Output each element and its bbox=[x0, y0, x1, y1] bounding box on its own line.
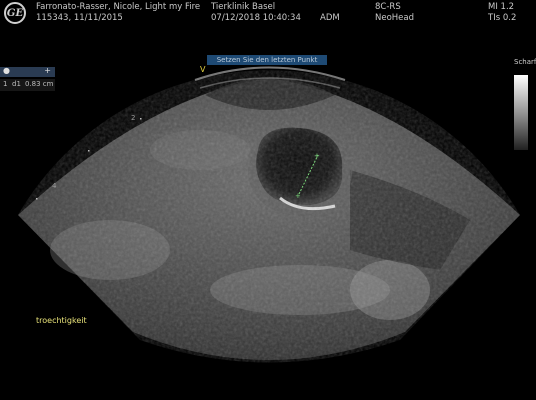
depth-tick: 2 bbox=[131, 114, 136, 122]
measurement-label: d1 bbox=[12, 80, 21, 88]
clinic-name: Tierklinik Basel bbox=[211, 2, 276, 12]
add-measurement-icon[interactable]: + bbox=[44, 66, 51, 75]
measurement-row[interactable]: 1 d1 0.83 cm bbox=[0, 79, 55, 91]
depth-tick: 4 bbox=[52, 182, 57, 190]
measurement-value: 0.83 cm bbox=[25, 80, 54, 88]
orientation-marker: V bbox=[200, 65, 206, 74]
thermal-index: TIs 0.2 bbox=[488, 13, 517, 23]
preset-name: NeoHead bbox=[375, 13, 415, 23]
caliper-start-icon[interactable]: + bbox=[295, 192, 301, 200]
patient-name: Farronato-Rasser, Nicole, Light my Fire bbox=[36, 2, 201, 12]
grayscale-label: Scharf bbox=[514, 58, 536, 66]
mechanical-index: MI 1.2 bbox=[488, 2, 515, 12]
display-mode: ADM bbox=[320, 13, 340, 23]
caliper-end-icon[interactable]: + bbox=[314, 152, 320, 160]
panel-toggle-icon[interactable]: ● bbox=[3, 66, 10, 75]
grayscale-bar bbox=[514, 75, 528, 150]
patient-id-date: 115343, 11/11/2015 bbox=[36, 13, 123, 23]
measurement-index: 1 bbox=[3, 80, 8, 88]
probe-name: 8C-RS bbox=[375, 2, 401, 12]
image-annotation[interactable]: troechtigkeit bbox=[36, 316, 87, 325]
instruction-prompt: Setzen Sie den letzten Punkt bbox=[207, 55, 327, 65]
measurement-panel-header[interactable]: ● + bbox=[0, 66, 55, 77]
exam-datetime: 07/12/2018 10:40:34 bbox=[211, 13, 301, 23]
measurement-panel: ● + 1 d1 0.83 cm bbox=[0, 66, 55, 95]
ge-logo-icon: GE bbox=[4, 2, 26, 24]
ultrasound-screen: + + GE Farronato-Rasser, Nicole, Light m… bbox=[0, 0, 536, 400]
